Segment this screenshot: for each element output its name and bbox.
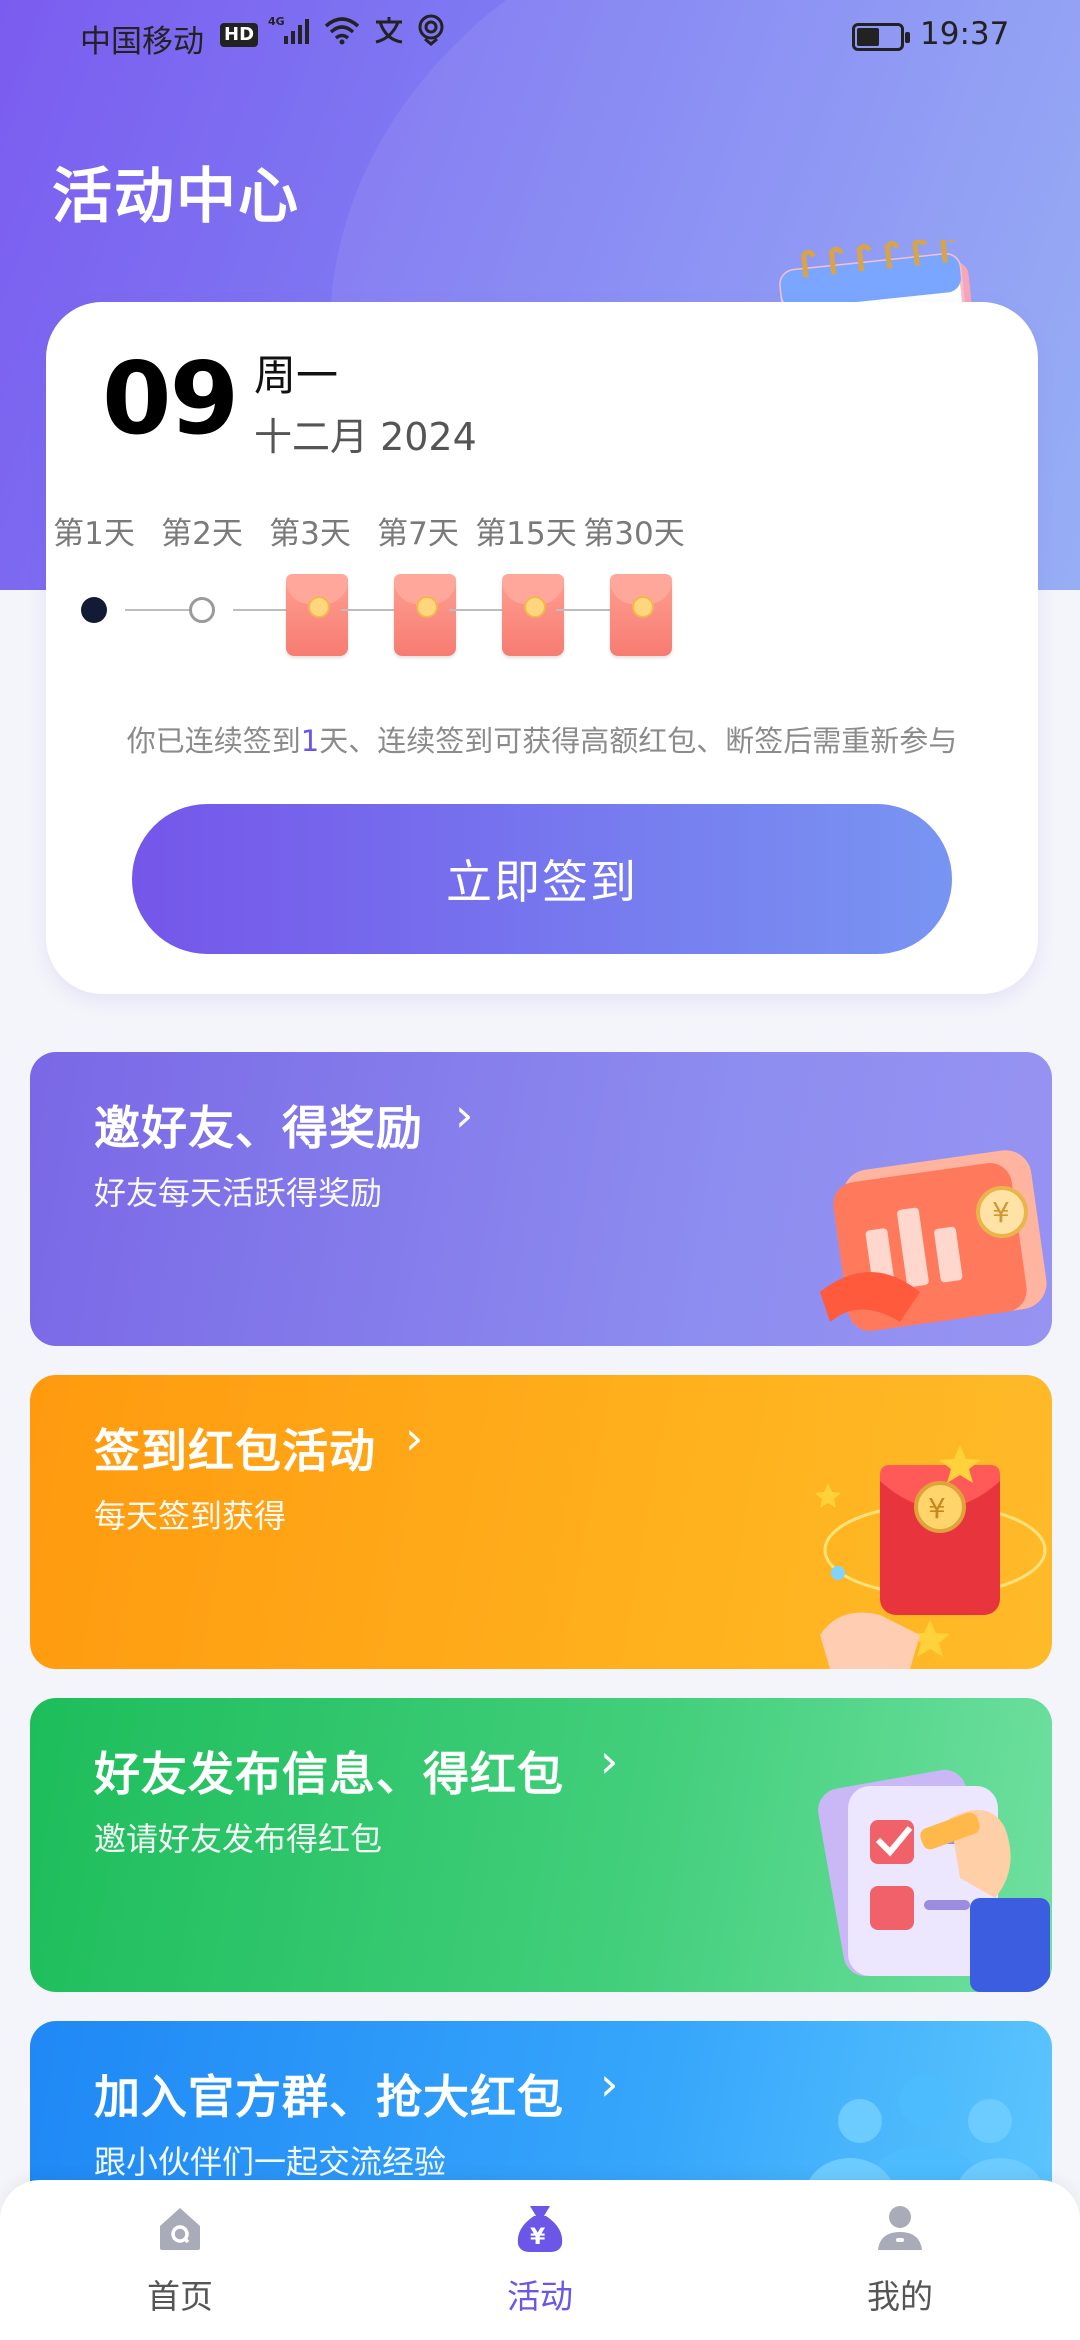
signin-card: 09 周一 十二月 2024 第1天 第2天 第3天 第7天 第15天 第30天… xyxy=(46,302,1038,994)
step-checked-dot xyxy=(81,597,107,623)
promo-title: 加入官方群、抢大红包 xyxy=(94,2070,564,2124)
translate-icon xyxy=(372,14,406,55)
streak-info: 你已连续签到1天、连续签到可获得高额红包、断签后需重新参与 xyxy=(46,718,1038,760)
chevron-right-icon: › xyxy=(600,1734,619,1788)
nav-item-activity[interactable]: ¥ 活动 xyxy=(450,2202,630,2322)
money-bag-icon: ¥ xyxy=(517,2206,563,2252)
network-type-label: 4G xyxy=(268,15,285,28)
nav-label: 活动 xyxy=(507,2277,573,2316)
battery-level xyxy=(857,28,879,46)
current-weekday: 周一 xyxy=(254,351,339,400)
status-bar: 中国移动 HD 4G 19:37 xyxy=(0,0,1080,72)
signal-icon: 4G xyxy=(268,14,312,55)
red-envelope-icon xyxy=(286,574,348,656)
nav-item-mine[interactable]: 我的 xyxy=(810,2202,990,2322)
current-month-year: 十二月 2024 xyxy=(254,415,477,459)
carrier-name: 中国移动 xyxy=(80,24,204,60)
streak-prefix: 你已连续签到 xyxy=(126,724,301,758)
nav-label: 首页 xyxy=(147,2277,213,2316)
step-unchecked-dot xyxy=(189,597,215,623)
promo-title: 签到红包活动 xyxy=(94,1424,376,1478)
battery-icon xyxy=(852,23,910,51)
chevron-right-icon: › xyxy=(405,1411,424,1465)
bottom-nav: 首页 ¥ 活动 我的 xyxy=(0,2180,1080,2340)
group-people-icon xyxy=(805,2075,1045,2191)
page-title: 活动中心 xyxy=(52,162,300,232)
red-envelope-icon: ¥ xyxy=(815,1445,1047,1669)
promo-invite-friends[interactable]: 邀好友、得奖励 › 好友每天活跃得奖励 ¥ xyxy=(30,1052,1052,1346)
svg-text:¥: ¥ xyxy=(530,2225,546,2250)
svg-text:¥: ¥ xyxy=(992,1196,1010,1229)
promo-title: 邀好友、得奖励 xyxy=(94,1101,423,1155)
promo-title: 好友发布信息、得红包 xyxy=(94,1747,564,1801)
wifi-icon xyxy=(322,14,362,55)
step-label: 第30天 xyxy=(583,516,685,552)
streak-suffix: 天、连续签到可获得高额红包、断签后需重新参与 xyxy=(319,724,958,758)
promo-subtitle: 好友每天活跃得奖励 xyxy=(94,1174,383,1212)
hd-badge: HD xyxy=(220,22,259,47)
nav-label: 我的 xyxy=(867,2277,933,2316)
promo-subtitle: 跟小伙伴们一起交流经验 xyxy=(94,2143,447,2181)
home-icon xyxy=(160,2208,200,2250)
status-icons: HD 4G xyxy=(220,14,446,55)
promo-signin-redpacket[interactable]: 签到红包活动 › 每天签到获得 ¥ xyxy=(30,1375,1052,1669)
checklist-hand-icon xyxy=(818,1769,1050,1992)
chevron-right-icon: › xyxy=(600,2057,619,2111)
clock: 19:37 xyxy=(920,16,1010,52)
calendar-chart-icon: ¥ xyxy=(820,1150,1047,1331)
red-envelope-icon xyxy=(502,574,564,656)
signin-button[interactable]: 立即签到 xyxy=(132,804,952,954)
streak-days: 1 xyxy=(300,724,320,758)
promo-subtitle: 每天签到获得 xyxy=(94,1497,287,1535)
promo-friend-post[interactable]: 好友发布信息、得红包 › 邀请好友发布得红包 xyxy=(30,1698,1052,1992)
chevron-right-icon: › xyxy=(455,1088,474,1142)
red-envelope-icon xyxy=(394,574,456,656)
svg-text:¥: ¥ xyxy=(928,1492,946,1525)
profile-icon xyxy=(878,2206,922,2250)
promo-subtitle: 邀请好友发布得红包 xyxy=(94,1820,383,1858)
red-envelope-icon xyxy=(610,574,672,656)
current-day: 09 xyxy=(102,340,239,457)
nav-item-home[interactable]: 首页 xyxy=(90,2202,270,2322)
location-icon xyxy=(416,14,446,55)
step-connector xyxy=(125,609,191,611)
